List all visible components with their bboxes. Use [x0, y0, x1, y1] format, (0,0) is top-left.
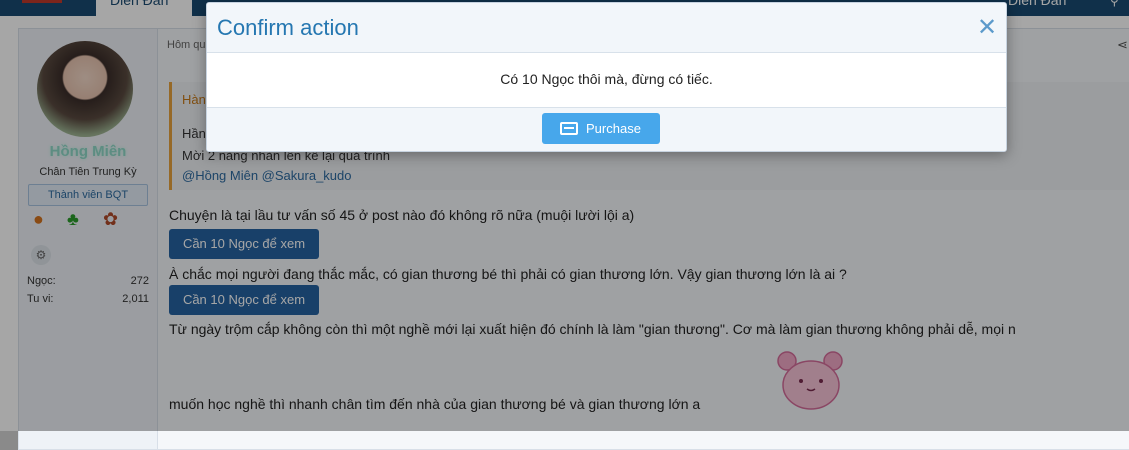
- purchase-button[interactable]: Purchase: [542, 113, 660, 144]
- dialog-body: Có 10 Ngọc thôi mà, đừng có tiếc.: [207, 53, 1006, 107]
- close-icon[interactable]: ✕: [977, 13, 997, 42]
- purchase-label: Purchase: [586, 121, 641, 136]
- dialog-header: Confirm action ✕: [207, 3, 1006, 53]
- dialog-message: Có 10 Ngọc thôi mà, đừng có tiếc.: [500, 71, 713, 87]
- confirm-dialog: Confirm action ✕ Có 10 Ngọc thôi mà, đừn…: [206, 2, 1007, 152]
- dialog-title: Confirm action: [217, 15, 359, 40]
- dialog-footer: Purchase: [207, 107, 1006, 151]
- credit-card-icon: [560, 122, 578, 135]
